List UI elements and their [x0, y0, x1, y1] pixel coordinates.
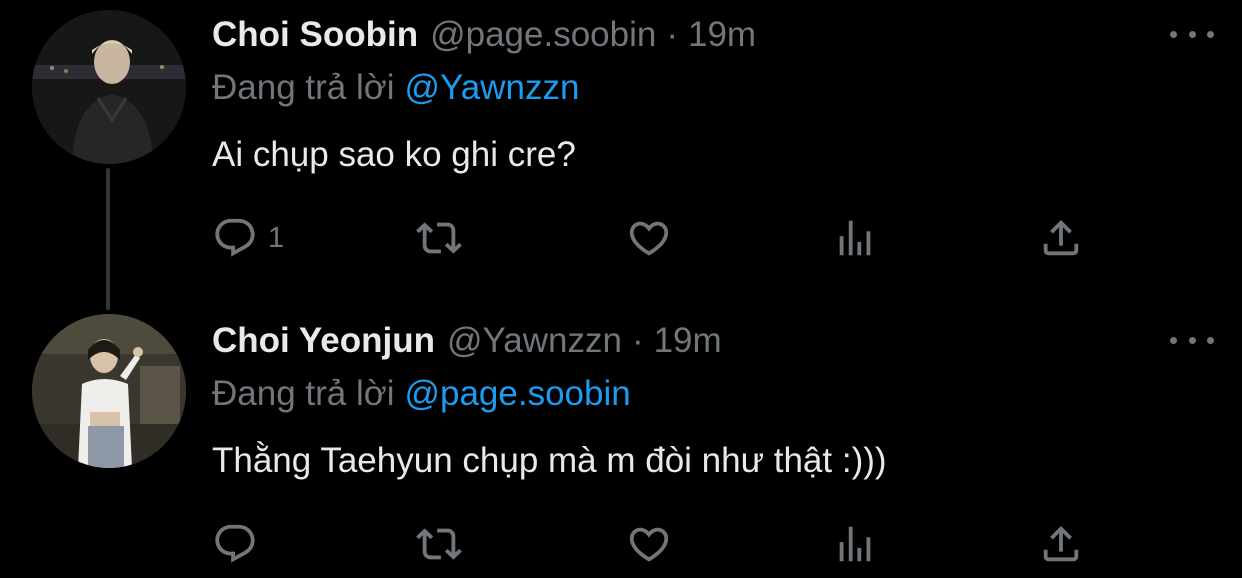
views-icon	[839, 220, 871, 256]
like-button[interactable]	[626, 214, 672, 262]
retweet-icon	[416, 222, 462, 254]
share-icon	[1043, 525, 1079, 562]
display-name[interactable]: Choi Yeonjun	[212, 321, 435, 361]
reply-button[interactable]	[212, 520, 268, 568]
mention-link[interactable]: @Yawnzzn	[404, 68, 579, 107]
more-icon	[1188, 30, 1196, 38]
username[interactable]: @page.soobin	[430, 15, 656, 55]
tweet-header: Choi Soobin @page.soobin · 19m	[212, 15, 756, 57]
reply-button[interactable]: 1	[212, 214, 284, 262]
timestamp[interactable]: 19m	[688, 15, 756, 55]
tweet[interactable]: Choi Soobin @page.soobin · 19m Đang trả …	[0, 0, 1242, 310]
tweet-text: Thằng Taehyun chụp mà m đòi như thật :))…	[212, 441, 887, 480]
views-button[interactable]	[832, 214, 878, 262]
share-button[interactable]	[1038, 520, 1084, 568]
display-name[interactable]: Choi Soobin	[212, 15, 418, 55]
retweet-icon	[416, 528, 462, 560]
replying-to: Đang trả lời @Yawnzzn	[212, 68, 579, 108]
action-bar	[212, 520, 1092, 570]
avatar[interactable]	[32, 314, 186, 468]
reply-icon	[215, 524, 255, 563]
tweet-header: Choi Yeonjun @Yawnzzn · 19m	[212, 321, 722, 363]
mention-link[interactable]: @page.soobin	[404, 374, 630, 413]
username[interactable]: @Yawnzzn	[447, 321, 622, 361]
more-icon	[1170, 336, 1177, 344]
replying-to: Đang trả lời @page.soobin	[212, 374, 631, 414]
share-icon	[1043, 219, 1079, 256]
replying-prefix: Đang trả lời	[212, 68, 395, 107]
avatar-photo	[32, 314, 186, 468]
timestamp[interactable]: 19m	[654, 321, 722, 361]
tweet[interactable]: Choi Yeonjun @Yawnzzn · 19m Đang trả lời…	[0, 306, 1242, 578]
retweet-button[interactable]	[416, 214, 462, 262]
heart-icon	[629, 527, 669, 562]
share-button[interactable]	[1038, 214, 1084, 262]
reply-count: 1	[268, 221, 285, 254]
more-icon	[1207, 30, 1214, 38]
avatar[interactable]	[32, 10, 186, 164]
heart-icon	[629, 221, 669, 256]
avatar-photo	[32, 10, 186, 164]
more-icon	[1207, 336, 1214, 344]
replying-prefix: Đang trả lời	[212, 374, 395, 413]
like-button[interactable]	[626, 520, 672, 568]
views-icon	[839, 526, 871, 562]
retweet-button[interactable]	[416, 520, 462, 568]
more-icon	[1170, 30, 1177, 38]
thread-connector	[106, 168, 110, 310]
more-icon	[1188, 336, 1196, 344]
more-button[interactable]	[1170, 22, 1214, 46]
separator: ·	[666, 15, 678, 54]
action-bar: 1	[212, 214, 1092, 264]
reply-icon	[215, 218, 255, 257]
tweet-text: Ai chụp sao ko ghi cre?	[212, 135, 576, 174]
more-button[interactable]	[1170, 328, 1214, 352]
views-button[interactable]	[832, 520, 878, 568]
separator: ·	[631, 321, 644, 360]
